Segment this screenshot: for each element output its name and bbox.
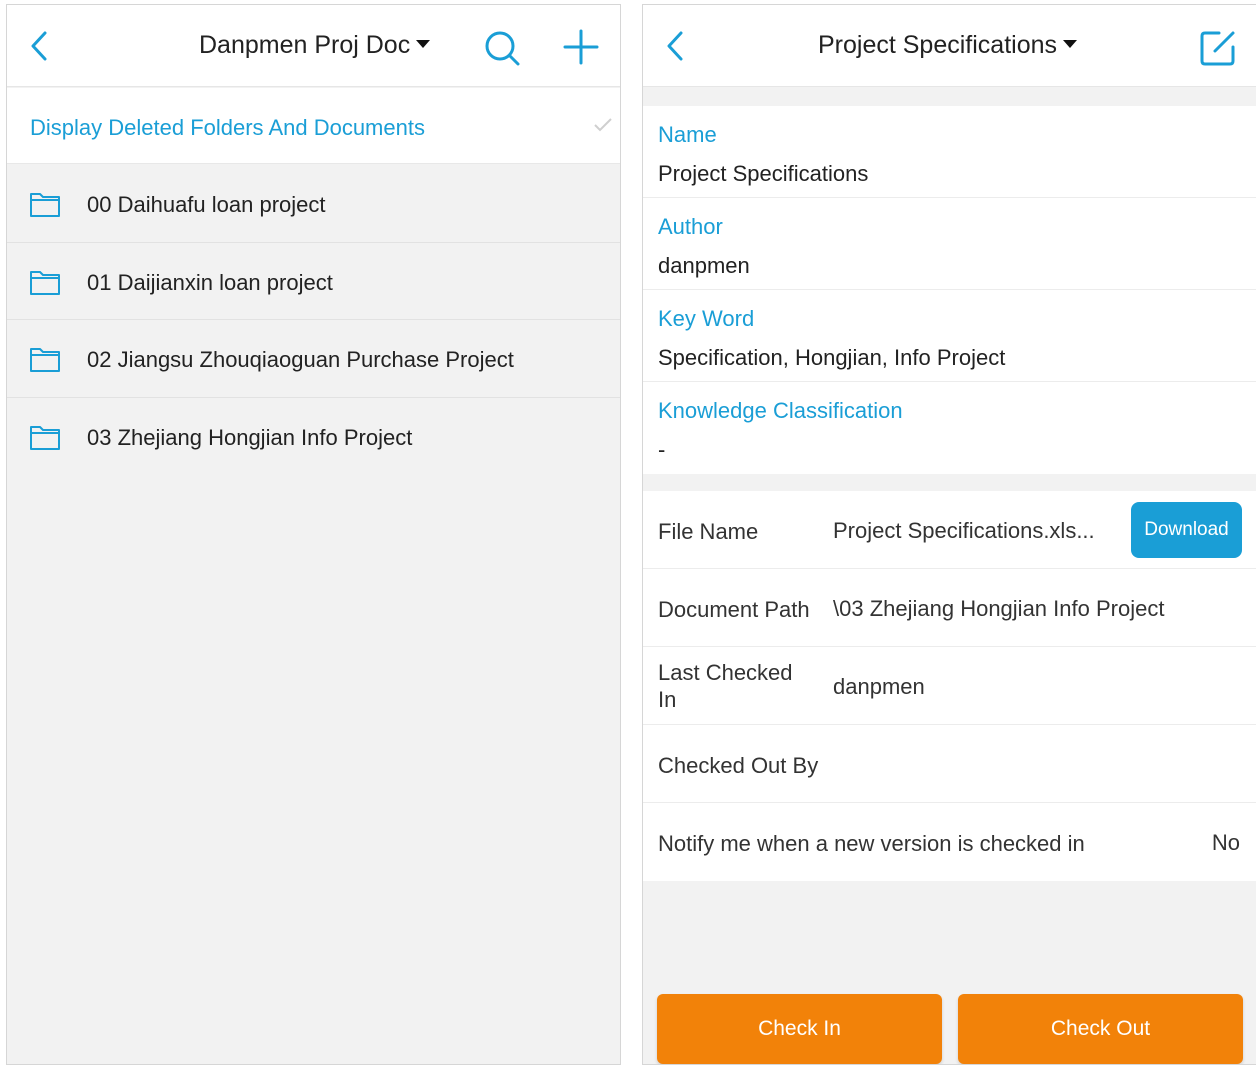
keyword-field: Key Word Specification, Hongjian, Info P… [643,290,1256,382]
document-title-dropdown[interactable]: Project Specifications [818,31,1078,60]
display-deleted-toggle[interactable]: Display Deleted Folders And Documents [7,88,620,164]
back-icon[interactable] [661,29,691,63]
plus-icon[interactable] [563,29,599,65]
folder-item[interactable]: 00 Daihuafu loan project [7,165,620,243]
folder-icon [30,425,60,450]
notify-value[interactable]: No [1212,830,1240,856]
search-icon[interactable] [483,29,521,67]
folder-item[interactable]: 02 Jiangsu Zhouqiaoguan Purchase Project [7,320,620,398]
folder-list: 00 Daihuafu loan project 01 Daijianxin l… [7,165,620,475]
folder-icon [30,270,60,295]
last-checked-in-row: Last Checked In danpmen [643,647,1256,725]
last-checked-in-label: Last Checked In [658,660,793,712]
document-path-label: Document Path [658,597,810,622]
check-out-button[interactable]: Check Out [958,994,1243,1064]
folder-list-screen: Danpmen Proj Doc Display Deleted Folders… [6,4,621,1065]
document-detail-screen: Project Specifications Name Project Spec… [642,4,1256,1065]
author-field: Author danpmen [643,198,1256,290]
field-value: Project Specifications [658,161,869,186]
left-header: Danpmen Proj Doc [7,5,620,87]
field-label: Knowledge Classification [658,398,903,423]
field-label: Name [658,122,717,147]
folder-item[interactable]: 01 Daijianxin loan project [7,242,620,320]
right-header: Project Specifications [643,5,1256,87]
field-value: - [658,437,666,462]
folder-title-dropdown[interactable]: Danpmen Proj Doc [199,31,431,60]
field-value: Specification, Hongjian, Info Project [658,345,1006,370]
document-path-value: \03 Zhejiang Hongjian Info Project [833,596,1165,621]
display-deleted-label: Display Deleted Folders And Documents [30,115,425,140]
folder-name: 00 Daihuafu loan project [87,192,326,217]
notify-label: Notify me when a new version is checked … [658,831,1085,856]
field-value: danpmen [658,253,750,278]
field-label: Key Word [658,306,755,331]
checked-out-by-label: Checked Out By [658,753,819,778]
page-title: Danpmen Proj Doc [199,31,411,59]
last-checked-in-value: danpmen [833,674,925,699]
folder-icon [30,193,60,217]
folder-name: 02 Jiangsu Zhouqiaoguan Purchase Project [87,347,514,372]
file-name-value: Project Specifications.xls... [833,518,1095,543]
field-label: Author [658,214,723,239]
classification-field: Knowledge Classification - [643,382,1256,474]
check-icon [594,118,612,132]
page-title: Project Specifications [818,31,1058,59]
section-gap [643,88,1256,106]
document-path-row: Document Path \03 Zhejiang Hongjian Info… [643,569,1256,647]
folder-name: 01 Daijianxin loan project [87,269,333,295]
folder-icon [30,348,60,372]
checked-out-by-row: Checked Out By [643,725,1256,803]
file-name-label: File Name [658,519,759,544]
notify-row[interactable]: Notify me when a new version is checked … [643,803,1256,881]
download-button[interactable]: Download [1131,502,1242,558]
section-gap [643,474,1256,492]
name-field: Name Project Specifications [643,106,1256,198]
folder-name: 03 Zhejiang Hongjian Info Project [87,424,413,450]
file-name-row: File Name Project Specifications.xls... … [643,491,1256,569]
back-icon[interactable] [25,29,55,63]
folder-item[interactable]: 03 Zhejiang Hongjian Info Project [7,397,620,475]
dropdown-caret-icon [1063,40,1078,49]
edit-icon[interactable] [1199,29,1237,67]
check-in-button[interactable]: Check In [657,994,942,1064]
dropdown-caret-icon [416,40,431,49]
